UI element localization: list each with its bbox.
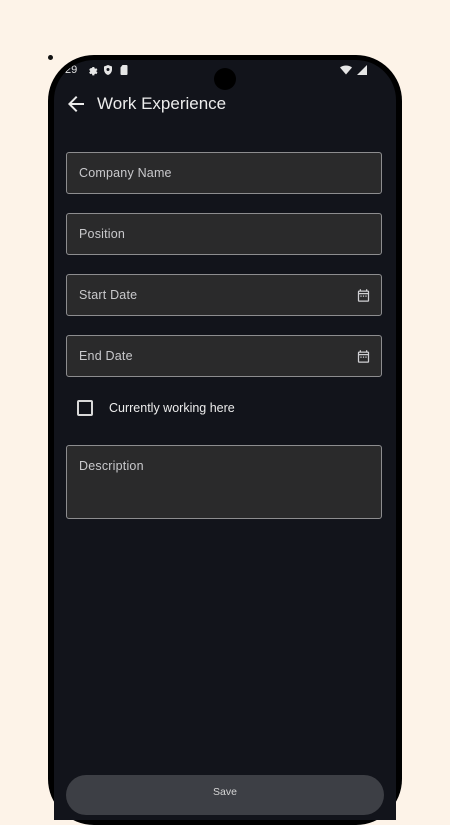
calendar-icon[interactable] xyxy=(356,349,371,364)
company-name-field[interactable]: Company Name xyxy=(66,152,382,194)
currently-working-row[interactable]: Currently working here xyxy=(66,395,382,421)
gear-icon xyxy=(89,67,98,76)
signal-icon xyxy=(357,65,367,75)
calendar-icon[interactable] xyxy=(356,288,371,303)
shield-icon xyxy=(104,65,112,75)
page-title: Work Experience xyxy=(97,94,227,113)
company-name-placeholder: Company Name xyxy=(79,166,172,180)
app-bar: Work Experience xyxy=(54,86,396,122)
position-field[interactable]: Position xyxy=(66,213,382,255)
touch-indicator-dot xyxy=(48,55,53,60)
start-date-field[interactable]: Start Date xyxy=(66,274,382,316)
end-date-placeholder: End Date xyxy=(79,349,133,363)
app-screen: :29 Work Experience Company Name Positio… xyxy=(54,60,396,820)
arrow-back-icon xyxy=(68,96,84,112)
save-button[interactable]: Save xyxy=(66,775,384,815)
sim-card-icon xyxy=(120,65,128,75)
position-placeholder: Position xyxy=(79,227,126,241)
status-time: :29 xyxy=(62,64,78,76)
currently-working-label: Currently working here xyxy=(109,401,235,415)
currently-working-checkbox[interactable] xyxy=(77,400,93,416)
end-date-field[interactable]: End Date xyxy=(66,335,382,377)
wifi-icon xyxy=(340,65,352,75)
start-date-placeholder: Start Date xyxy=(79,288,138,302)
description-placeholder: Description xyxy=(79,459,144,473)
description-field[interactable]: Description xyxy=(66,445,382,519)
back-button[interactable] xyxy=(64,92,88,116)
save-button-label: Save xyxy=(213,786,237,798)
